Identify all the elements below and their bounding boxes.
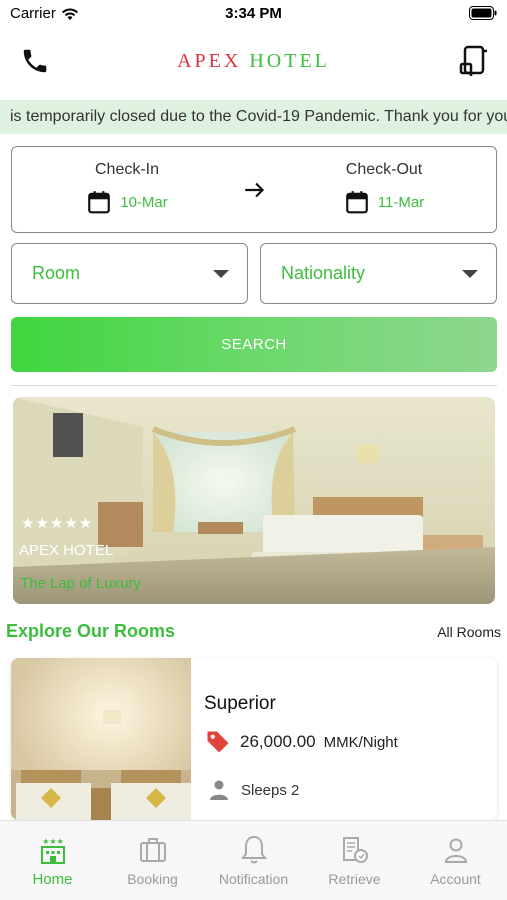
tab-account-label: Account [430,871,481,887]
home-icon: ★★★ [40,837,65,864]
hotel-tagline: The Lap of Luxury [20,575,141,592]
tab-account[interactable]: Account [405,833,506,887]
chevron-down-icon [213,270,229,278]
calendar-icon [345,191,368,214]
bell-icon [240,835,267,864]
room-name: Superior [204,693,276,714]
room-select-label: Room [32,263,81,283]
divider [11,385,497,386]
device-rotate-icon[interactable] [459,44,489,76]
price-tag-icon [207,731,229,753]
tab-home[interactable]: ★★★ Home [2,833,103,888]
calendar-icon [88,191,111,214]
tab-booking-label: Booking [127,871,178,887]
status-bar: Carrier 3:34 PM [0,0,507,28]
nationality-select[interactable]: Nationality [260,243,497,304]
room-card[interactable]: Superior 26,000.00 MMK/Night Sleeps 2 [11,658,497,820]
hotel-hero-banner[interactable]: ★★★★★ APEX HOTEL The Lap of Luxury [13,397,495,604]
room-price: 26,000.00 [240,732,316,751]
room-photo [11,658,191,820]
chevron-down-icon [462,270,478,278]
tab-home-label: Home [32,871,73,888]
all-rooms-link[interactable]: All Rooms [437,624,501,640]
search-button[interactable]: SEARCH [11,317,497,372]
app-header: APEX HOTEL [0,32,507,90]
tab-retrieve[interactable]: Retrieve [304,833,405,887]
booking-icon [139,838,166,862]
bottom-tab-bar: ★★★ Home Booking Notification Retrieve A… [0,820,507,900]
room-sleeps: Sleeps 2 [241,781,300,799]
check-out-value: 11-Mar [377,193,425,211]
room-select[interactable]: Room [11,243,248,304]
person-icon [210,780,228,800]
check-in-field[interactable]: Check-In 10-Mar [52,161,202,215]
check-in-label: Check-In [94,161,160,178]
app-title: APEX HOTEL [0,50,507,73]
tab-notification[interactable]: Notification [203,833,304,887]
room-sleeps-row: Sleeps 2 [207,778,299,802]
star-rating: ★★★★★ [21,515,94,532]
notice-text: is temporarily closed due to the Covid-1… [10,108,507,125]
explore-rooms-title: Explore Our Rooms [6,621,176,641]
status-time: 3:34 PM [225,5,282,22]
nationality-select-label: Nationality [281,263,366,283]
hotel-name: APEX HOTEL [19,542,114,559]
hotel-room-photo [13,397,495,604]
retrieve-icon [342,837,368,863]
check-in-value: 10-Mar [120,193,168,211]
tab-booking[interactable]: Booking [102,833,203,887]
room-price-row: 26,000.00 MMK/Night [204,728,398,756]
check-out-field[interactable]: Check-Out 11-Mar [309,161,459,215]
tab-retrieve-label: Retrieve [328,871,381,887]
title-part-apex: APEX [177,50,242,72]
room-price-unit: MMK/Night [323,733,398,751]
check-out-label: Check-Out [345,161,423,178]
tab-notification-label: Notification [218,871,289,887]
account-icon [444,838,467,863]
notice-banner: is temporarily closed due to the Covid-1… [0,100,507,134]
date-range-selector[interactable]: Check-In 10-Mar Check-Out 11-Mar [11,146,497,233]
title-part-hotel: HOTEL [249,50,330,72]
battery-icon [469,6,497,25]
arrow-right-icon [242,177,268,203]
svg-text:★★★: ★★★ [42,837,64,846]
